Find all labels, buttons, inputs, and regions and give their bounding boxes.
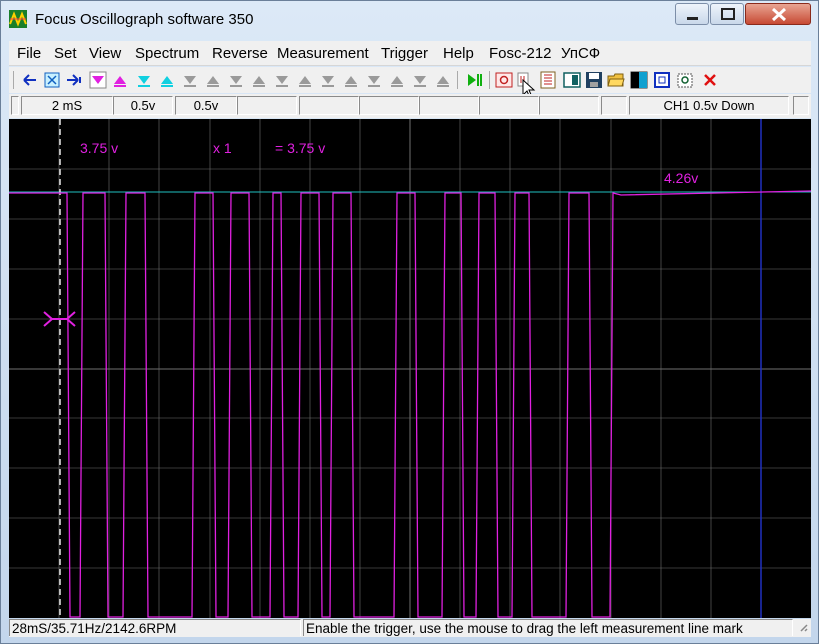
menu-bar: File Set View Spectrum Reverse Measureme… xyxy=(9,41,811,66)
waveform-canvas[interactable] xyxy=(9,119,811,618)
menu-measurement[interactable]: Measurement xyxy=(277,45,369,62)
menu-set[interactable]: Set xyxy=(54,45,77,62)
gray-up-triangle-icon[interactable] xyxy=(250,71,268,89)
toolbar-separator xyxy=(489,71,490,89)
resize-grip-icon[interactable] xyxy=(797,621,809,635)
menu-help[interactable]: Help xyxy=(443,45,474,62)
gray-down-triangle-icon[interactable] xyxy=(365,71,383,89)
oscilloscope-display[interactable]: 3.75 v x 1 = 3.75 v 4.26v xyxy=(9,119,811,618)
menu-file[interactable]: File xyxy=(17,45,41,62)
cyan-up-triangle-icon[interactable] xyxy=(158,71,176,89)
gray-down-triangle-icon[interactable] xyxy=(227,71,245,89)
save-icon[interactable] xyxy=(585,71,603,89)
play-pause-icon[interactable] xyxy=(465,71,483,89)
trigger-field[interactable]: CH1 0.5v Down xyxy=(629,96,789,115)
menu-view[interactable]: View xyxy=(89,45,121,62)
menu-upsf[interactable]: УпСФ xyxy=(561,45,600,62)
close-red-icon[interactable] xyxy=(701,71,719,89)
contrast-icon[interactable] xyxy=(630,71,648,89)
minimize-icon xyxy=(687,17,698,20)
capture-icon[interactable] xyxy=(495,71,513,89)
ch1-volts-field[interactable]: 0.5v xyxy=(113,96,173,115)
empty-field xyxy=(359,96,419,115)
list-icon[interactable] xyxy=(539,71,557,89)
maximize-icon xyxy=(721,8,735,20)
app-icon xyxy=(9,10,27,28)
gray-up-triangle-icon[interactable] xyxy=(296,71,314,89)
empty-field xyxy=(237,96,297,115)
gray-down-triangle-icon[interactable] xyxy=(181,71,199,89)
settings-row: 2 mS 0.5v 0.5v CH1 0.5v Down xyxy=(9,94,811,118)
gray-up-triangle-icon[interactable] xyxy=(204,71,222,89)
menu-fosc212[interactable]: Fosc-212 xyxy=(489,45,552,62)
menu-reverse[interactable]: Reverse xyxy=(212,45,268,62)
measure-value-label: 3.75 v xyxy=(80,140,119,156)
gray-down-triangle-icon[interactable] xyxy=(319,71,337,89)
empty-field xyxy=(419,96,479,115)
empty-field xyxy=(539,96,599,115)
settings-icon[interactable] xyxy=(676,71,694,89)
empty-field xyxy=(793,96,809,115)
window-title: Focus Oscillograph software 350 xyxy=(35,11,254,28)
zoom-fit-icon[interactable] xyxy=(43,71,61,89)
empty-field xyxy=(479,96,539,115)
cyan-down-triangle-icon[interactable] xyxy=(135,71,153,89)
ch2-volts-field[interactable]: 0.5v xyxy=(175,96,237,115)
toolbar-separator xyxy=(13,71,14,89)
minimize-button[interactable] xyxy=(675,3,709,25)
magenta-down-triangle-icon[interactable] xyxy=(89,71,107,89)
app-window: Focus Oscillograph software 350 File Set… xyxy=(0,0,819,644)
gray-up-triangle-icon[interactable] xyxy=(388,71,406,89)
title-bar[interactable]: Focus Oscillograph software 350 xyxy=(1,1,818,37)
empty-field xyxy=(299,96,359,115)
maximize-button[interactable] xyxy=(710,3,744,25)
result-label: = 3.75 v xyxy=(275,140,326,156)
magenta-up-triangle-icon[interactable] xyxy=(111,71,129,89)
timebase-field[interactable]: 2 mS xyxy=(21,96,113,115)
multiplier-label: x 1 xyxy=(213,140,232,156)
gray-up-triangle-icon[interactable] xyxy=(434,71,452,89)
status-bar: 28mS/35.71Hz/2142.6RPM Enable the trigge… xyxy=(9,619,811,637)
arrow-right-icon[interactable] xyxy=(65,71,83,89)
gray-down-triangle-icon[interactable] xyxy=(273,71,291,89)
settings-field-spacer xyxy=(11,96,19,115)
toolbar xyxy=(9,67,811,99)
frame-icon[interactable] xyxy=(653,71,671,89)
gray-up-triangle-icon[interactable] xyxy=(342,71,360,89)
toolbar-separator xyxy=(457,71,458,89)
close-button[interactable] xyxy=(745,3,811,25)
layout-icon[interactable] xyxy=(563,71,581,89)
menu-spectrum[interactable]: Spectrum xyxy=(135,45,199,62)
close-icon xyxy=(771,7,787,22)
hint-text: Enable the trigger, use the mouse to dra… xyxy=(303,619,793,636)
open-folder-icon[interactable] xyxy=(607,71,625,89)
arrow-left-icon[interactable] xyxy=(21,71,39,89)
empty-field xyxy=(601,96,627,115)
menu-trigger[interactable]: Trigger xyxy=(381,45,428,62)
gray-down-triangle-icon[interactable] xyxy=(411,71,429,89)
high-level-label: 4.26v xyxy=(664,170,699,186)
measurement-readout: 28mS/35.71Hz/2142.6RPM xyxy=(9,619,301,636)
